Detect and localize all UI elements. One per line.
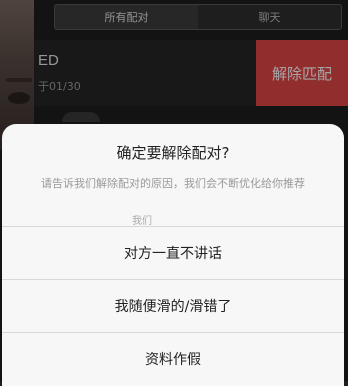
unmatch-dialog: 确定要解除配对? 请告诉我们解除配对的原因，我们会不断优化给你推荐 我们 对方一…: [2, 124, 344, 386]
reason-option-fake-profile[interactable]: 资料作假: [2, 333, 344, 385]
reason-option-mistake[interactable]: 我随便滑的/滑错了: [2, 280, 344, 332]
reason-option-no-talk[interactable]: 对方一直不讲话: [2, 227, 344, 279]
dialog-message-tail: 我们: [132, 216, 152, 227]
dialog-message: 请告诉我们解除配对的原因，我们会不断优化给你推荐: [41, 177, 305, 190]
dialog-title: 确定要解除配对?: [116, 144, 230, 162]
